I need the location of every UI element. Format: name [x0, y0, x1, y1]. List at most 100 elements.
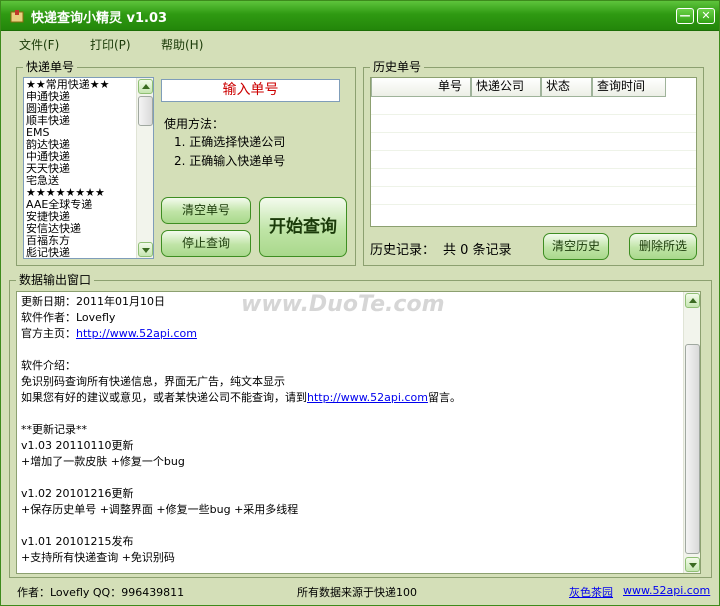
app-window: 快递查询小精灵 v1.03 — ✕ 文件(F) 打印(P) 帮助(H) 快递单号… [0, 0, 720, 606]
minimize-button[interactable]: — [676, 8, 694, 24]
clear-order-button[interactable]: 清空单号 [161, 197, 251, 224]
title-bar[interactable]: 快递查询小精灵 v1.03 — ✕ [1, 1, 719, 31]
output-scrollbar[interactable] [683, 292, 700, 573]
history-table-header: 单号 快递公司 状态 查询时间 [371, 78, 666, 97]
company-list-item[interactable]: ★★常用快递★★ [26, 79, 136, 91]
scroll-up-button[interactable] [138, 79, 153, 94]
output-line: v1.02 20101216更新 [21, 486, 681, 502]
column-company[interactable]: 快递公司 [471, 78, 541, 97]
delete-selected-button[interactable]: 删除所选 [629, 233, 697, 260]
column-order-number[interactable]: 单号 [371, 78, 471, 97]
output-line-text: **更新记录** [21, 423, 87, 436]
output-line-text: v1.01 20101215发布 [21, 535, 134, 548]
output-line-text: 软件作者：Lovefly [21, 311, 116, 324]
output-scroll-down-button[interactable] [685, 557, 700, 572]
usage-step-2: 2. 正确输入快递单号 [174, 154, 286, 168]
output-line: 如果您有好的建议或意见，或者某快递公司不能查询，请到http://www.52a… [21, 390, 681, 406]
company-items: ★★常用快递★★ 申通快递 圆通快递 顺丰快递 EMS 韵达快递 中通快递 天天快递 宅急送 ★★… [26, 79, 136, 258]
homepage-link[interactable]: http://www.52api.com [307, 391, 428, 404]
output-line: **更新记录** [21, 422, 681, 438]
company-list-item[interactable]: 顺丰快递 [26, 115, 136, 127]
output-line-text: 官方主页： [21, 327, 76, 340]
table-row-line [371, 114, 696, 115]
output-group-title: 数据输出窗口 [16, 273, 95, 287]
output-line: 免识别码查询所有快递信息，界面无广告，纯文本显示 [21, 374, 681, 390]
scroll-thumb[interactable] [138, 96, 153, 126]
menu-print[interactable]: 打印(P) [90, 36, 131, 53]
output-line-text: +支持所有快递查询 +免识别码 [21, 551, 175, 564]
menu-file[interactable]: 文件(F) [19, 36, 59, 53]
scroll-down-button[interactable] [138, 242, 153, 257]
output-line: v1.01 20101215发布 [21, 534, 681, 550]
menu-help[interactable]: 帮助(H) [161, 36, 203, 53]
table-row-line [371, 186, 696, 187]
table-row-line [371, 168, 696, 169]
output-line-text: v1.02 20101216更新 [21, 487, 134, 500]
output-line: 官方主页：http://www.52api.com [21, 326, 681, 342]
output-scroll-up-button[interactable] [685, 293, 700, 308]
output-line: +支持所有快递查询 +免识别码 [21, 550, 681, 566]
window-title: 快递查询小精灵 v1.03 [31, 11, 168, 26]
history-summary-count: 共 0 条记录 [443, 243, 512, 258]
company-list-item[interactable]: 宅急送 [26, 175, 136, 187]
close-button[interactable]: ✕ [697, 8, 715, 24]
menu-bar: 文件(F) 打印(P) 帮助(H) [1, 32, 719, 56]
column-status[interactable]: 状态 [541, 78, 592, 97]
history-group-title: 历史单号 [370, 60, 425, 74]
output-line: +增加了一款皮肤 +修复一个bug [21, 454, 681, 470]
company-list-item[interactable]: 安信达快递 [26, 223, 136, 235]
output-text: 更新日期：2011年01月10日 软件作者：Lovefly 官方主页：http://… [21, 294, 681, 566]
skin-link[interactable]: 灰色茶园 [569, 584, 613, 600]
company-list-item[interactable]: 彪记快递 [26, 247, 136, 258]
company-list-item[interactable]: 申通快递 [26, 91, 136, 103]
output-line: 软件介绍： [21, 358, 681, 374]
table-row-line [371, 132, 696, 133]
output-line-suffix: 留言。 [427, 391, 461, 404]
status-source: 所有数据来源于快递100 [297, 586, 417, 599]
company-list-item[interactable]: AAE全球专递 [26, 199, 136, 211]
output-line-text: 免识别码查询所有快递信息，界面无广告，纯文本显示 [21, 375, 285, 388]
company-list-item[interactable]: EMS [26, 127, 136, 139]
output-line-text: v1.03 20110110更新 [21, 439, 134, 452]
usage-title: 使用方法： [164, 117, 225, 131]
company-list-item[interactable]: ★★★★★★★★ [26, 187, 136, 199]
company-list-item[interactable]: 圆通快递 [26, 103, 136, 115]
output-line-text: +增加了一款皮肤 +修复一个bug [21, 455, 185, 468]
company-list-item[interactable]: 天天快递 [26, 163, 136, 175]
output-textarea[interactable]: 更新日期：2011年01月10日 软件作者：Lovefly 官方主页：http://… [16, 291, 701, 574]
history-table[interactable]: 单号 快递公司 状态 查询时间 [370, 77, 697, 227]
order-number-input[interactable]: 输入单号 [161, 79, 340, 102]
company-list-item[interactable]: 百福东方 [26, 235, 136, 247]
express-group-title: 快递单号 [23, 60, 78, 74]
usage-step-1: 1. 正确选择快递公司 [174, 135, 286, 149]
table-row-line [371, 204, 696, 205]
output-line-text: +保存历史单号 +调整界面 +修复一些bug +采用多线程 [21, 503, 299, 516]
company-list-item[interactable]: 韵达快递 [26, 139, 136, 151]
output-line: v1.03 20110110更新 [21, 438, 681, 454]
output-scroll-thumb[interactable] [685, 344, 700, 554]
column-query-time[interactable]: 查询时间 [592, 78, 666, 97]
company-list[interactable]: ★★常用快递★★ 申通快递 圆通快递 顺丰快递 EMS 韵达快递 中通快递 天天快递 宅急送 ★★… [23, 77, 154, 259]
output-line-text: 如果您有好的建议或意见，或者某快递公司不能查询，请到 [21, 391, 307, 404]
status-author: 作者：Lovefly QQ：996439811 [17, 586, 185, 599]
homepage-link[interactable]: http://www.52api.com [76, 327, 197, 340]
output-line: +保存历史单号 +调整界面 +修复一些bug +采用多线程 [21, 502, 681, 518]
start-query-button[interactable]: 开始查询 [259, 197, 347, 257]
company-list-item[interactable]: 中通快递 [26, 151, 136, 163]
company-list-item[interactable]: 安捷快递 [26, 211, 136, 223]
output-line-text: 软件介绍： [21, 359, 76, 372]
skin-site-link[interactable]: www.52api.com [623, 584, 710, 597]
company-list-scrollbar[interactable] [136, 78, 153, 258]
output-line-text: 更新日期：2011年01月10日 [21, 295, 165, 308]
status-bar: 作者：Lovefly QQ：996439811 所有数据来源于快递100 灰色茶… [1, 579, 719, 605]
stop-query-button[interactable]: 停止查询 [161, 230, 251, 257]
watermark: www.DuoTe.com [241, 292, 445, 317]
table-row-line [371, 150, 696, 151]
package-icon [10, 10, 24, 23]
history-summary-label: 历史记录： [370, 243, 436, 258]
clear-history-button[interactable]: 清空历史 [543, 233, 609, 260]
